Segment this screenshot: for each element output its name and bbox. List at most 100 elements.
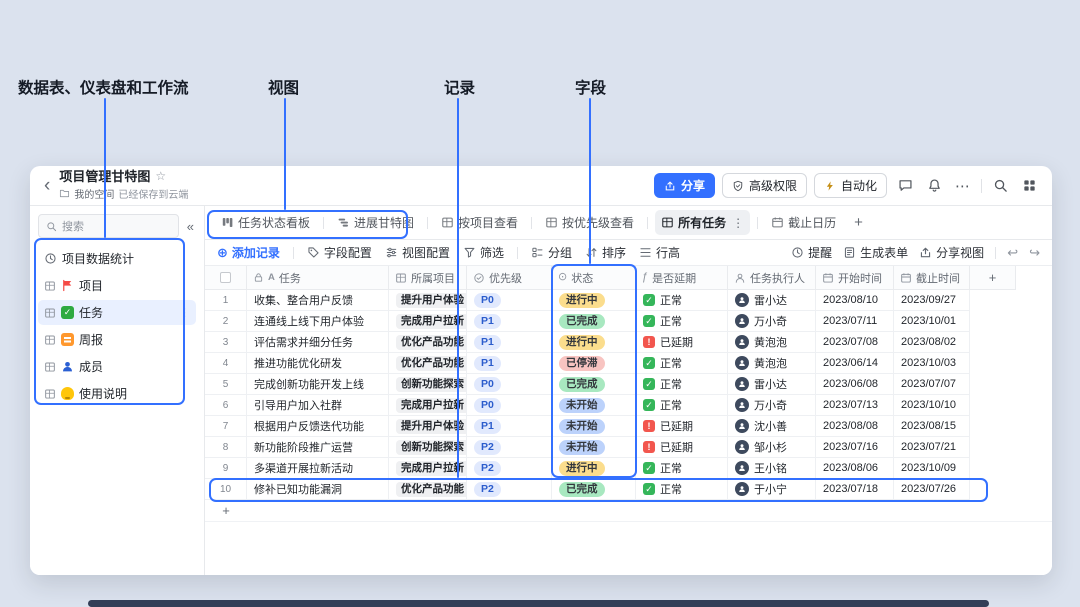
more-icon[interactable]: ⋯ (952, 175, 974, 197)
comment-icon[interactable] (894, 175, 916, 197)
table-row[interactable]: 4推进功能优化研发优化产品功能P1已停滞正常黄泡泡2023/06/142023/… (205, 353, 1052, 374)
table-row[interactable]: 6引导用户加入社群完成用户拉新P0未开始正常万小奇2023/07/132023/… (205, 395, 1052, 416)
start-date-cell[interactable]: 2023/08/06 (816, 458, 894, 479)
column-header-status[interactable]: ⊙ 状态 (552, 266, 636, 290)
column-header-end[interactable]: 截止时间 (894, 266, 970, 290)
status-cell[interactable]: 已停滞 (552, 353, 636, 374)
view-tab-by-project[interactable]: 按项目查看 (435, 210, 524, 235)
project-cell[interactable]: 完成用户拉新 (389, 395, 467, 416)
project-cell[interactable]: 优化产品功能 (389, 479, 467, 500)
remind-button[interactable]: 提醒 (791, 244, 832, 261)
status-cell[interactable]: 进行中 (552, 332, 636, 353)
column-header-task[interactable]: A 任务 (247, 266, 389, 290)
delay-cell[interactable]: 正常 (636, 353, 728, 374)
priority-cell[interactable]: P0 (467, 374, 552, 395)
notification-icon[interactable] (923, 175, 945, 197)
end-date-cell[interactable]: 2023/07/07 (894, 374, 970, 395)
sidebar-search-input[interactable]: 搜索 (38, 214, 179, 238)
delay-cell[interactable]: 正常 (636, 374, 728, 395)
priority-cell[interactable]: P2 (467, 458, 552, 479)
delay-cell[interactable]: 已延期 (636, 437, 728, 458)
task-cell[interactable]: 新功能阶段推广运营 (247, 437, 389, 458)
collapse-sidebar-icon[interactable]: « (185, 219, 196, 234)
table-row[interactable]: 3评估需求并细分任务优化产品功能P1进行中已延期黄泡泡2023/07/08202… (205, 332, 1052, 353)
table-row[interactable]: 2连通线上线下用户体验完成用户拉新P1已完成正常万小奇2023/07/11202… (205, 311, 1052, 332)
field-config-button[interactable]: 字段配置 (307, 244, 372, 261)
row-height-button[interactable]: 行高 (639, 244, 680, 261)
add-record-button[interactable]: ⊕ 添加记录 (217, 244, 280, 261)
add-view-button[interactable]: + (849, 214, 868, 231)
assignee-cell[interactable]: 万小奇 (728, 311, 816, 332)
breadcrumb-space[interactable]: 我的空间 (74, 186, 114, 201)
delay-cell[interactable]: 正常 (636, 395, 728, 416)
start-date-cell[interactable]: 2023/07/08 (816, 332, 894, 353)
task-cell[interactable]: 评估需求并细分任务 (247, 332, 389, 353)
table-row[interactable]: 8新功能阶段推广运营创新功能探索P2未开始已延期邹小杉2023/07/16202… (205, 437, 1052, 458)
start-date-cell[interactable]: 2023/07/16 (816, 437, 894, 458)
project-cell[interactable]: 优化产品功能 (389, 332, 467, 353)
project-cell[interactable]: 完成用户拉新 (389, 458, 467, 479)
assignee-cell[interactable]: 王小铭 (728, 458, 816, 479)
sidebar-item-weekly[interactable]: 周报 (38, 327, 196, 352)
end-date-cell[interactable]: 2023/10/01 (894, 311, 970, 332)
share-view-button[interactable]: 分享视图 (919, 244, 984, 261)
priority-cell[interactable]: P2 (467, 437, 552, 458)
end-date-cell[interactable]: 2023/07/21 (894, 437, 970, 458)
project-cell[interactable]: 完成用户拉新 (389, 311, 467, 332)
table-row[interactable]: 7根据用户反馈迭代功能提升用户体验P1未开始已延期沈小善2023/08/0820… (205, 416, 1052, 437)
priority-cell[interactable]: P0 (467, 395, 552, 416)
select-all-checkbox[interactable] (220, 272, 231, 283)
column-header-project[interactable]: 所属项目 (389, 266, 467, 290)
priority-cell[interactable]: P1 (467, 332, 552, 353)
redo-icon[interactable]: ↪ (1029, 245, 1040, 261)
end-date-cell[interactable]: 2023/08/02 (894, 332, 970, 353)
sidebar-item-task[interactable]: 任务⋮ (38, 300, 196, 325)
status-cell[interactable]: 进行中 (552, 290, 636, 311)
task-cell[interactable]: 推进功能优化研发 (247, 353, 389, 374)
view-tab-deadline-cal[interactable]: 截止日历 (765, 210, 842, 235)
project-cell[interactable]: 提升用户体验 (389, 290, 467, 311)
group-button[interactable]: 分组 (531, 244, 572, 261)
search-icon[interactable] (989, 175, 1011, 197)
end-date-cell[interactable]: 2023/10/09 (894, 458, 970, 479)
priority-cell[interactable]: P1 (467, 353, 552, 374)
delay-cell[interactable]: 正常 (636, 458, 728, 479)
table-row[interactable]: 1收集、整合用户反馈提升用户体验P0进行中正常雷小达2023/08/102023… (205, 290, 1052, 311)
start-date-cell[interactable]: 2023/07/13 (816, 395, 894, 416)
status-cell[interactable]: 已完成 (552, 311, 636, 332)
start-date-cell[interactable]: 2023/07/18 (816, 479, 894, 500)
end-date-cell[interactable]: 2023/10/03 (894, 353, 970, 374)
priority-cell[interactable]: P1 (467, 416, 552, 437)
table-row[interactable]: 5完成创新功能开发上线创新功能探索P0已完成正常雷小达2023/06/08202… (205, 374, 1052, 395)
task-cell[interactable]: 修补已知功能漏洞 (247, 479, 389, 500)
project-cell[interactable]: 优化产品功能 (389, 353, 467, 374)
end-date-cell[interactable]: 2023/09/27 (894, 290, 970, 311)
status-cell[interactable]: 已完成 (552, 479, 636, 500)
project-cell[interactable]: 创新功能探索 (389, 437, 467, 458)
status-cell[interactable]: 未开始 (552, 395, 636, 416)
end-date-cell[interactable]: 2023/10/10 (894, 395, 970, 416)
priority-cell[interactable]: P2 (467, 479, 552, 500)
item-more-icon[interactable]: ⋮ (179, 306, 190, 319)
assignee-cell[interactable]: 沈小善 (728, 416, 816, 437)
share-button[interactable]: 分享 (654, 173, 715, 198)
delay-cell[interactable]: 正常 (636, 311, 728, 332)
table-row[interactable]: 10修补已知功能漏洞优化产品功能P2已完成正常于小宁2023/07/182023… (205, 479, 1052, 500)
column-header-assignee[interactable]: 任务执行人 (728, 266, 816, 290)
add-field-button[interactable]: + (970, 266, 1016, 290)
task-cell[interactable]: 根据用户反馈迭代功能 (247, 416, 389, 437)
priority-cell[interactable]: P1 (467, 311, 552, 332)
project-cell[interactable]: 提升用户体验 (389, 416, 467, 437)
task-cell[interactable]: 完成创新功能开发上线 (247, 374, 389, 395)
task-cell[interactable]: 连通线上线下用户体验 (247, 311, 389, 332)
column-header-start[interactable]: 开始时间 (816, 266, 894, 290)
start-date-cell[interactable]: 2023/08/10 (816, 290, 894, 311)
status-cell[interactable]: 已完成 (552, 374, 636, 395)
end-date-cell[interactable]: 2023/08/15 (894, 416, 970, 437)
task-cell[interactable]: 多渠道开展拉新活动 (247, 458, 389, 479)
status-cell[interactable]: 进行中 (552, 458, 636, 479)
table-row[interactable]: 9多渠道开展拉新活动完成用户拉新P2进行中正常王小铭2023/08/062023… (205, 458, 1052, 479)
sidebar-item-stats[interactable]: 项目数据统计 (38, 246, 196, 271)
project-cell[interactable]: 创新功能探索 (389, 374, 467, 395)
sidebar-item-guide[interactable]: 使用说明 (38, 381, 196, 406)
